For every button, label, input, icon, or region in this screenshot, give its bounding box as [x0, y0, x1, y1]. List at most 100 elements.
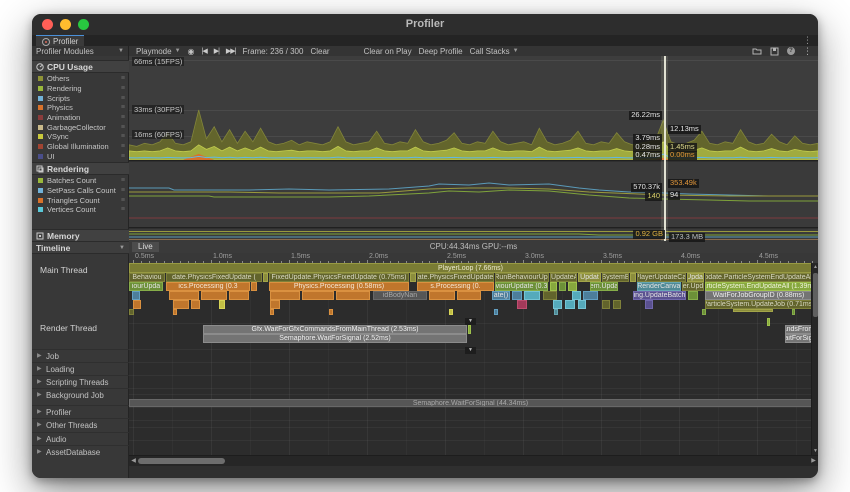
timeline-sample-block[interactable]: ParticleSystem.EndUpdateAll (1.39ms): [705, 282, 812, 291]
timeline-sample-block[interactable]: em.Upda: [590, 282, 618, 291]
vertical-scrollbar[interactable]: ▲ ▼: [811, 263, 818, 455]
legend-item-others[interactable]: Others≡: [32, 74, 129, 84]
horizontal-scroll-thumb[interactable]: [138, 458, 225, 464]
legend-item-garbagecollector[interactable]: GarbageCollector≡: [32, 122, 129, 132]
legend-item-scripts[interactable]: Scripts≡: [32, 93, 129, 103]
timeline-fragment-block[interactable]: [645, 300, 653, 309]
timeline-sample-block[interactable]: ing.UpdateBatch: [633, 291, 686, 300]
scroll-left-icon[interactable]: ◀: [129, 456, 138, 466]
timeline-sample-block[interactable]: Semaphore.WaitForSignal (44.34ms): [129, 399, 812, 407]
thread-group-loading[interactable]: ▶Loading: [32, 362, 129, 375]
timeline-fragment-block[interactable]: [792, 309, 795, 315]
timeline-fragment-block[interactable]: [229, 291, 249, 300]
timeline-fragment-block[interactable]: [517, 300, 527, 309]
rendering-module-header[interactable]: Rendering: [32, 162, 129, 175]
scroll-right-icon[interactable]: ▶: [809, 456, 818, 466]
timeline-sample-block[interactable]: rUpdateA: [550, 273, 577, 282]
timeline-fragment-block[interactable]: [429, 291, 455, 300]
timeline-fragment-block[interactable]: [219, 300, 225, 309]
drag-handle-icon[interactable]: ≡: [121, 153, 125, 160]
expand-rows-icon[interactable]: ▼: [465, 347, 476, 354]
timeline-fragment-block[interactable]: [767, 318, 770, 326]
call-stacks-dropdown[interactable]: Call Stacks ▼: [470, 46, 519, 56]
scroll-down-icon[interactable]: ▼: [812, 447, 818, 455]
timeline-fragment-block[interactable]: [457, 291, 481, 300]
timeline-sample-block[interactable]: date.PhysicsFixedUpdate (: [166, 273, 262, 282]
timeline-sample-block[interactable]: SystemB: [602, 273, 629, 282]
thread-group-profiler[interactable]: ▶Profiler: [32, 405, 129, 418]
timeline-sample-block[interactable]: Updat: [687, 273, 704, 282]
drag-handle-icon[interactable]: ≡: [121, 114, 125, 121]
timeline-sample-block[interactable]: ilRenderCanvas: [637, 282, 681, 291]
legend-item-rendering[interactable]: Rendering≡: [32, 84, 129, 94]
profiler-modules-dropdown[interactable]: Profiler Modules ▼: [32, 46, 129, 56]
horizontal-scrollbar[interactable]: ◀ ▶: [129, 455, 818, 466]
thread-group-assetdatabase[interactable]: ▶AssetDatabase: [32, 445, 129, 458]
timeline-fragment-block[interactable]: [270, 300, 280, 309]
expand-rows-icon[interactable]: ▼: [465, 318, 476, 325]
timeline-sample-block[interactable]: eUpdate.ParticleSystemEndUpdateAll (1: [705, 273, 812, 282]
legend-item-vertices-count[interactable]: Vertices Count≡: [32, 205, 129, 215]
legend-item-triangles-count[interactable]: Triangles Count≡: [32, 195, 129, 205]
drag-handle-icon[interactable]: ≡: [121, 206, 125, 213]
timeline-fragment-block[interactable]: [554, 309, 558, 315]
timeline-fragment-block[interactable]: [583, 291, 598, 300]
timeline-fragment-block[interactable]: [602, 300, 610, 309]
timeline-sample-block[interactable]: ate.PhysicsFixedUpdate: [417, 273, 494, 282]
timeline-view-dropdown[interactable]: Timeline ▼: [32, 241, 129, 254]
timeline-fragment-block[interactable]: [559, 282, 566, 291]
timeline-fragment-block[interactable]: [129, 309, 134, 315]
timeline-fragment-block[interactable]: [688, 291, 698, 300]
thread-label-main-thread[interactable]: Main Thread: [40, 265, 88, 275]
drag-handle-icon[interactable]: ≡: [121, 143, 125, 150]
timeline-fragment-block[interactable]: [468, 325, 471, 334]
timeline-fragment-block[interactable]: [494, 309, 498, 315]
timeline-fragment-block[interactable]: [251, 282, 257, 291]
timeline-fragment-block[interactable]: [543, 291, 557, 300]
rendering-chart[interactable]: [129, 162, 818, 228]
thread-label-render-thread[interactable]: Render Thread: [40, 323, 97, 333]
timeline-sample-block[interactable]: aviourUpdate (0.33: [495, 282, 548, 291]
timeline-fragment-block[interactable]: [336, 291, 370, 300]
timeline-fragment-block[interactable]: [512, 291, 522, 300]
legend-item-ui[interactable]: UI≡: [32, 152, 129, 162]
timeline-canvas[interactable]: PlayerLoop (7.66ms)Behavioudate.PhysicsF…: [129, 263, 812, 455]
timeline-sample-block[interactable]: ate(): [492, 291, 510, 300]
timeline-fragment-block[interactable]: [410, 273, 416, 282]
timeline-fragment-block[interactable]: [302, 291, 334, 300]
timeline-sample-block[interactable]: s.Processing (0.: [417, 282, 494, 291]
timeline-sample-block[interactable]: tRunBehaviourUpd: [495, 273, 549, 282]
timeline-fragment-block[interactable]: [263, 273, 268, 282]
timeline-sample-block[interactable]: FixedUpdate.PhysicsFixedUpdate (0.75ms): [269, 273, 409, 282]
timeline-fragment-block[interactable]: [613, 300, 621, 309]
timeline-fragment-block[interactable]: [568, 282, 577, 291]
drag-handle-icon[interactable]: ≡: [121, 197, 125, 204]
save-profile-button[interactable]: [770, 46, 779, 56]
timeline-fragment-block[interactable]: [565, 300, 575, 309]
timeline-sample-block[interactable]: Updat: [578, 273, 601, 282]
thread-group-audio[interactable]: ▶Audio: [32, 432, 129, 445]
thread-group-background-job[interactable]: ▶Background Job: [32, 388, 129, 401]
timeline-fragment-block[interactable]: [270, 309, 274, 315]
thread-group-other-threads[interactable]: ▶Other Threads: [32, 418, 129, 431]
scroll-up-icon[interactable]: ▲: [812, 263, 818, 271]
playmode-dropdown[interactable]: Playmode ▼: [136, 46, 181, 56]
drag-handle-icon[interactable]: ≡: [121, 187, 125, 194]
timeline-sample-block[interactable]: PlayerLoop (7.66ms): [129, 263, 812, 273]
timeline-fragment-block[interactable]: [578, 300, 586, 309]
next-frame-button[interactable]: ▶|: [214, 46, 219, 56]
timeline-sample-block[interactable]: er.Upd: [682, 282, 704, 291]
thread-group-scripting-threads[interactable]: ▶Scripting Threads: [32, 375, 129, 388]
load-profile-button[interactable]: [752, 46, 762, 56]
cpu-usage-chart[interactable]: 66ms (15FPS)33ms (30FPS)16ms (60FPS): [129, 56, 818, 161]
timeline-fragment-block[interactable]: [201, 291, 227, 300]
timeline-fragment-block[interactable]: [329, 309, 333, 315]
selected-frame-line[interactable]: [664, 56, 666, 241]
drag-handle-icon[interactable]: ≡: [121, 177, 125, 184]
timeline-sample-block[interactable]: ics.Processing (0.3: [166, 282, 250, 291]
vertical-scroll-thumb[interactable]: [813, 273, 818, 317]
timeline-fragment-block[interactable]: [173, 300, 189, 309]
timeline-sample-block[interactable]: WaitForJobGroupID (0.88ms): [705, 291, 812, 300]
timeline-fragment-block[interactable]: [733, 309, 773, 312]
timeline-fragment-block[interactable]: [630, 273, 636, 282]
